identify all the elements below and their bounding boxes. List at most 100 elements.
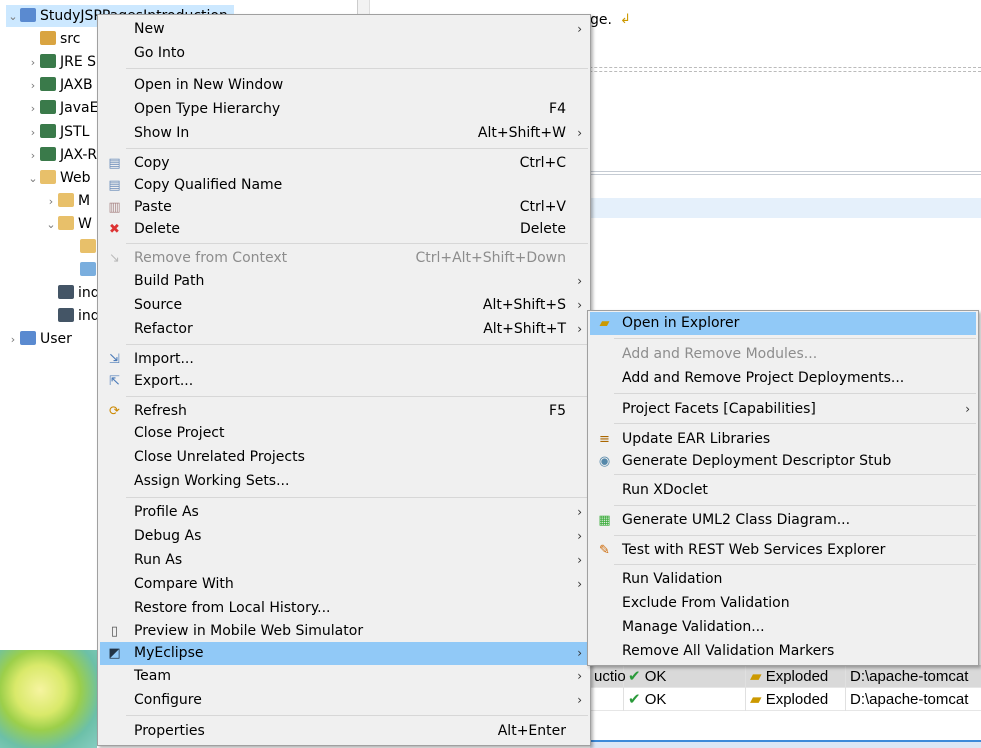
uml-icon: ▦ xyxy=(598,513,611,528)
menu-separator xyxy=(126,148,588,149)
tree-item-jstl[interactable]: › JSTL xyxy=(26,121,89,143)
menu-item-restore-from-local-history[interactable]: Restore from Local History... xyxy=(100,597,588,620)
menu-separator xyxy=(126,68,588,69)
menu-item-properties[interactable]: Properties Alt+Enter xyxy=(100,720,588,743)
expand-icon[interactable]: › xyxy=(26,145,40,167)
menu-item-open-in-new-window[interactable]: Open in New Window xyxy=(100,74,588,97)
open-folder-icon: ▰ xyxy=(599,316,610,331)
menu-item-label: Remove All Validation Markers xyxy=(622,643,835,659)
menu-separator xyxy=(126,715,588,716)
chevron-right-icon: › xyxy=(577,693,582,707)
menu-item-refactor[interactable]: Refactor Alt+Shift+T › xyxy=(100,318,588,341)
menu-item-assign-working-sets[interactable]: Assign Working Sets... xyxy=(100,470,588,493)
tree-item-label: JAXB xyxy=(60,77,93,94)
menu-item-open-in-explorer[interactable]: ▰ Open in Explorer xyxy=(590,312,976,335)
deployment-row[interactable]: ✔ OK ▰ Exploded D:\apache-tomcat xyxy=(590,688,981,711)
menu-item-copy-qualified-name[interactable]: ▤ Copy Qualified Name xyxy=(100,174,588,197)
menu-item-run-xdoclet[interactable]: Run XDoclet xyxy=(590,479,976,502)
tree-item-m[interactable]: › M xyxy=(44,190,90,212)
menu-item-label: Project Facets [Capabilities] xyxy=(622,401,816,417)
jsp-file-icon xyxy=(58,308,74,323)
menu-item-profile-as[interactable]: Profile As › xyxy=(100,501,588,524)
menu-item-generate-uml2-class-diagram[interactable]: ▦ Generate UML2 Class Diagram... xyxy=(590,509,976,532)
menu-item-label: Properties xyxy=(134,723,205,739)
menu-item-preview-in-mobile-web-simulator[interactable]: ▯ Preview in Mobile Web Simulator xyxy=(100,620,588,643)
menu-item-import[interactable]: ⇲ Import... xyxy=(100,348,588,371)
menu-item-close-project[interactable]: Close Project xyxy=(100,422,588,445)
menu-item-generate-deployment-descriptor-stub[interactable]: ◉ Generate Deployment Descriptor Stub xyxy=(590,450,976,473)
expand-icon[interactable]: › xyxy=(26,122,40,144)
cell-text: Exploded xyxy=(765,691,829,708)
menu-item-label: Close Unrelated Projects xyxy=(134,449,305,465)
tree-item-w[interactable]: ⌄ W xyxy=(44,213,92,235)
folder-icon xyxy=(58,215,74,230)
remove-context-icon: ↘ xyxy=(109,251,120,266)
expand-icon[interactable]: › xyxy=(26,75,40,97)
tree-item-user[interactable]: › User xyxy=(6,328,72,350)
shortcut-label: F5 xyxy=(549,403,566,419)
tree-item-web[interactable]: ⌄ Web xyxy=(26,167,91,189)
menu-separator xyxy=(614,564,976,565)
menu-item-team[interactable]: Team › xyxy=(100,665,588,688)
menu-item-manage-validation[interactable]: Manage Validation... xyxy=(590,616,976,639)
menu-item-run-validation[interactable]: Run Validation xyxy=(590,568,976,591)
tree-item-javae[interactable]: › JavaE xyxy=(26,97,98,119)
menu-item-label: Open in New Window xyxy=(134,77,284,93)
menu-item-export[interactable]: ⇱ Export... xyxy=(100,370,588,393)
menu-item-run-as[interactable]: Run As › xyxy=(100,549,588,572)
menu-item-new[interactable]: New › xyxy=(100,18,588,41)
menu-item-label: Add and Remove Modules... xyxy=(622,346,818,362)
menu-item-add-and-remove-project-deployments[interactable]: Add and Remove Project Deployments... xyxy=(590,367,976,390)
expand-icon[interactable]: › xyxy=(26,52,40,74)
menu-item-remove-all-validation-markers[interactable]: Remove All Validation Markers xyxy=(590,640,976,663)
cell-text: D:\apache-tomcat xyxy=(850,691,969,708)
menu-item-myeclipse[interactable]: ◩ MyEclipse › xyxy=(100,642,588,665)
tree-item-ind[interactable]: ind xyxy=(44,282,100,304)
import-icon: ⇲ xyxy=(109,352,120,367)
menu-item-label: New xyxy=(134,21,165,37)
menu-item-exclude-from-validation[interactable]: Exclude From Validation xyxy=(590,592,976,615)
collapse-icon[interactable]: ⌄ xyxy=(6,6,20,28)
expand-icon[interactable]: › xyxy=(44,191,58,213)
menu-item-source[interactable]: Source Alt+Shift+S › xyxy=(100,294,588,317)
tree-item-node[interactable] xyxy=(66,259,100,281)
folder-icon: ▰ xyxy=(750,691,766,708)
tree-item-jre-s[interactable]: › JRE S xyxy=(26,51,96,73)
tree-item-src[interactable]: src xyxy=(26,28,80,50)
package-folder-icon xyxy=(40,31,56,46)
mobile-icon: ▯ xyxy=(110,624,119,639)
copy-qualified-icon: ▤ xyxy=(108,178,121,193)
cell-type: ▰ Exploded xyxy=(746,688,846,711)
menu-item-label: Team xyxy=(134,668,172,684)
deployment-row[interactable]: uctio ✔ OK ▰ Exploded D:\apache-tomcat xyxy=(590,665,981,688)
tree-item-node[interactable] xyxy=(66,236,100,258)
menu-item-delete[interactable]: ✖ Delete Delete xyxy=(100,218,588,241)
shortcut-label: Alt+Shift+T xyxy=(483,321,566,337)
tree-item-ind[interactable]: ind xyxy=(44,305,100,327)
menu-item-open-type-hierarchy[interactable]: Open Type Hierarchy F4 xyxy=(100,98,588,121)
menu-item-build-path[interactable]: Build Path › xyxy=(100,270,588,293)
collapse-icon[interactable]: ⌄ xyxy=(26,168,40,190)
menu-separator xyxy=(614,505,976,506)
menu-item-show-in[interactable]: Show In Alt+Shift+W › xyxy=(100,122,588,145)
tree-item-jax-r[interactable]: › JAX-R xyxy=(26,144,97,166)
menu-item-debug-as[interactable]: Debug As › xyxy=(100,525,588,548)
menu-item-close-unrelated-projects[interactable]: Close Unrelated Projects xyxy=(100,446,588,469)
menu-item-configure[interactable]: Configure › xyxy=(100,689,588,712)
menu-item-update-ear-libraries[interactable]: ≡ Update EAR Libraries xyxy=(590,428,976,451)
menu-item-go-into[interactable]: Go Into xyxy=(100,42,588,65)
collapse-icon[interactable]: ⌄ xyxy=(44,214,58,236)
menu-item-label: Compare With xyxy=(134,576,234,592)
expand-icon[interactable]: › xyxy=(6,329,20,351)
menu-item-copy[interactable]: ▤ Copy Ctrl+C xyxy=(100,152,588,175)
chevron-right-icon: › xyxy=(577,298,582,312)
menu-item-compare-with[interactable]: Compare With › xyxy=(100,573,588,596)
menu-item-paste[interactable]: ▥ Paste Ctrl+V xyxy=(100,196,588,219)
menu-item-test-with-rest-web-services-explorer[interactable]: ✎ Test with REST Web Services Explorer xyxy=(590,539,976,562)
tree-item-jaxb[interactable]: › JAXB xyxy=(26,74,93,96)
menu-item-project-facets-capabilities[interactable]: Project Facets [Capabilities] › xyxy=(590,398,976,421)
expand-icon[interactable]: › xyxy=(26,98,40,120)
menu-separator xyxy=(126,243,588,244)
menu-item-refresh[interactable]: ⟳ Refresh F5 xyxy=(100,400,588,423)
menu-item-label: Copy Qualified Name xyxy=(134,177,283,193)
